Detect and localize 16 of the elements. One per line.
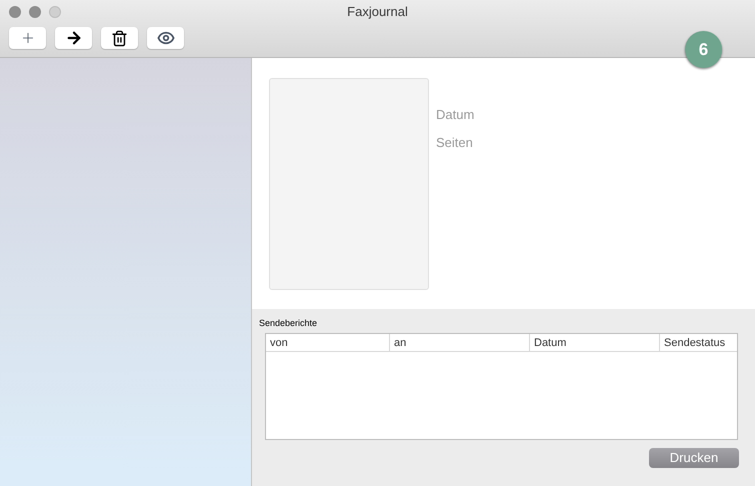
arrow-right-icon [64,29,82,47]
trash-icon [111,30,128,46]
column-header[interactable]: von [266,334,389,350]
toolbar-button[interactable] [147,27,184,49]
column-header[interactable]: Sendestatus [659,334,737,350]
column-header[interactable]: an [389,334,529,350]
toolbar-button[interactable] [55,27,92,49]
section-title: Sendeberichte [259,317,318,330]
window-control-icon[interactable] [9,6,21,18]
toolbar-button[interactable] [101,27,138,49]
column-header[interactable]: Datum [529,334,659,350]
window-title: Faxjournal [347,3,408,22]
eye-icon [156,29,174,47]
field-label: Seiten [436,134,474,152]
field-label: Datum [436,106,474,124]
window-control-icon[interactable] [29,6,41,18]
